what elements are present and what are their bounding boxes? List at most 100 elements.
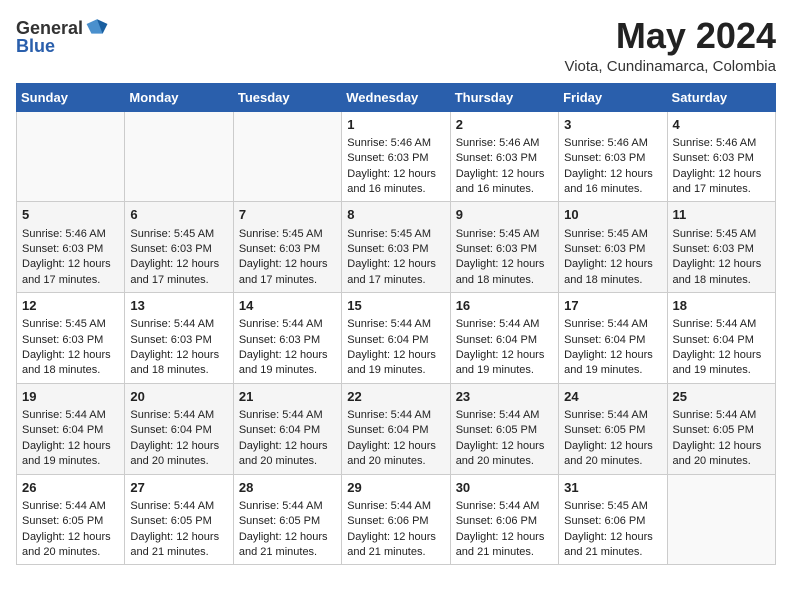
day-info-line: and 20 minutes. [239, 454, 336, 469]
day-info-line: Sunset: 6:03 PM [239, 333, 336, 348]
day-info-line: Daylight: 12 hours [239, 257, 336, 272]
day-info-line: Sunrise: 5:45 AM [456, 227, 553, 242]
day-number: 25 [673, 388, 770, 406]
calendar-day-cell: 14Sunrise: 5:44 AMSunset: 6:03 PMDayligh… [233, 293, 341, 384]
day-info-line: Sunset: 6:04 PM [673, 333, 770, 348]
day-info-line: and 18 minutes. [456, 273, 553, 288]
day-info-line: and 20 minutes. [564, 454, 661, 469]
day-info-line: Sunrise: 5:46 AM [347, 136, 444, 151]
day-number: 12 [22, 297, 119, 315]
calendar-day-cell: 17Sunrise: 5:44 AMSunset: 6:04 PMDayligh… [559, 293, 667, 384]
calendar-day-cell: 26Sunrise: 5:44 AMSunset: 6:05 PMDayligh… [17, 474, 125, 565]
day-info-line: Daylight: 12 hours [130, 348, 227, 363]
day-info-line: and 17 minutes. [22, 273, 119, 288]
day-number: 27 [130, 479, 227, 497]
day-info-line: and 19 minutes. [239, 363, 336, 378]
day-info-line: and 17 minutes. [130, 273, 227, 288]
calendar-day-cell: 19Sunrise: 5:44 AMSunset: 6:04 PMDayligh… [17, 383, 125, 474]
calendar-day-cell: 4Sunrise: 5:46 AMSunset: 6:03 PMDaylight… [667, 111, 775, 202]
day-number: 11 [673, 206, 770, 224]
day-number: 7 [239, 206, 336, 224]
day-info-line: Daylight: 12 hours [239, 439, 336, 454]
day-info-line: and 20 minutes. [130, 454, 227, 469]
day-of-week-header: Thursday [450, 83, 558, 111]
day-info-line: Sunset: 6:05 PM [456, 423, 553, 438]
day-info-line: Sunrise: 5:44 AM [239, 499, 336, 514]
day-info-line: Sunset: 6:06 PM [564, 514, 661, 529]
day-number: 1 [347, 116, 444, 134]
day-info-line: and 20 minutes. [22, 545, 119, 560]
day-info-line: Sunrise: 5:44 AM [22, 408, 119, 423]
day-info-line: Daylight: 12 hours [347, 439, 444, 454]
day-info-line: Sunset: 6:03 PM [564, 242, 661, 257]
calendar-day-cell: 3Sunrise: 5:46 AMSunset: 6:03 PMDaylight… [559, 111, 667, 202]
day-info-line: and 19 minutes. [564, 363, 661, 378]
calendar-day-cell: 5Sunrise: 5:46 AMSunset: 6:03 PMDaylight… [17, 202, 125, 293]
calendar-day-cell: 16Sunrise: 5:44 AMSunset: 6:04 PMDayligh… [450, 293, 558, 384]
day-info-line: Sunrise: 5:44 AM [239, 317, 336, 332]
day-info-line: and 17 minutes. [673, 182, 770, 197]
day-number: 30 [456, 479, 553, 497]
day-info-line: Sunrise: 5:44 AM [564, 317, 661, 332]
day-info-line: Sunrise: 5:44 AM [130, 499, 227, 514]
day-of-week-header: Friday [559, 83, 667, 111]
day-number: 5 [22, 206, 119, 224]
day-info-line: and 18 minutes. [130, 363, 227, 378]
calendar-day-cell: 29Sunrise: 5:44 AMSunset: 6:06 PMDayligh… [342, 474, 450, 565]
day-info-line: Daylight: 12 hours [673, 439, 770, 454]
day-info-line: Sunrise: 5:44 AM [347, 408, 444, 423]
calendar-week-row: 26Sunrise: 5:44 AMSunset: 6:05 PMDayligh… [17, 474, 776, 565]
day-info-line: Daylight: 12 hours [564, 348, 661, 363]
day-info-line: and 21 minutes. [564, 545, 661, 560]
day-info-line: Daylight: 12 hours [673, 348, 770, 363]
day-info-line: Sunrise: 5:44 AM [347, 499, 444, 514]
day-info-line: Sunset: 6:04 PM [347, 423, 444, 438]
day-info-line: Sunset: 6:03 PM [456, 151, 553, 166]
day-info-line: Sunset: 6:06 PM [347, 514, 444, 529]
day-info-line: and 21 minutes. [347, 545, 444, 560]
calendar-day-cell: 2Sunrise: 5:46 AMSunset: 6:03 PMDaylight… [450, 111, 558, 202]
day-number: 9 [456, 206, 553, 224]
day-number: 13 [130, 297, 227, 315]
day-info-line: Daylight: 12 hours [347, 167, 444, 182]
calendar-day-cell: 6Sunrise: 5:45 AMSunset: 6:03 PMDaylight… [125, 202, 233, 293]
calendar-day-cell: 15Sunrise: 5:44 AMSunset: 6:04 PMDayligh… [342, 293, 450, 384]
calendar-day-cell: 25Sunrise: 5:44 AMSunset: 6:05 PMDayligh… [667, 383, 775, 474]
day-info-line: Daylight: 12 hours [564, 257, 661, 272]
day-info-line: Sunset: 6:05 PM [239, 514, 336, 529]
day-info-line: Sunrise: 5:46 AM [22, 227, 119, 242]
day-info-line: Sunset: 6:04 PM [456, 333, 553, 348]
day-number: 14 [239, 297, 336, 315]
day-info-line: and 20 minutes. [347, 454, 444, 469]
day-info-line: Sunset: 6:04 PM [564, 333, 661, 348]
day-info-line: Daylight: 12 hours [456, 257, 553, 272]
day-info-line: Daylight: 12 hours [564, 439, 661, 454]
calendar-day-cell: 20Sunrise: 5:44 AMSunset: 6:04 PMDayligh… [125, 383, 233, 474]
day-info-line: Sunset: 6:03 PM [564, 151, 661, 166]
logo: General Blue [16, 16, 109, 57]
day-info-line: and 18 minutes. [564, 273, 661, 288]
day-info-line: Sunset: 6:06 PM [456, 514, 553, 529]
day-info-line: Sunset: 6:03 PM [673, 242, 770, 257]
day-number: 19 [22, 388, 119, 406]
day-of-week-header: Sunday [17, 83, 125, 111]
day-info-line: and 18 minutes. [673, 273, 770, 288]
day-info-line: Sunrise: 5:45 AM [673, 227, 770, 242]
calendar-day-cell: 1Sunrise: 5:46 AMSunset: 6:03 PMDaylight… [342, 111, 450, 202]
day-info-line: Daylight: 12 hours [130, 439, 227, 454]
day-info-line: Sunset: 6:03 PM [22, 333, 119, 348]
day-info-line: Sunrise: 5:44 AM [673, 408, 770, 423]
day-info-line: Sunset: 6:03 PM [456, 242, 553, 257]
calendar-day-cell: 12Sunrise: 5:45 AMSunset: 6:03 PMDayligh… [17, 293, 125, 384]
day-number: 28 [239, 479, 336, 497]
page-header: General Blue May 2024 Viota, Cundinamarc… [16, 16, 776, 75]
day-number: 21 [239, 388, 336, 406]
calendar-day-cell: 18Sunrise: 5:44 AMSunset: 6:04 PMDayligh… [667, 293, 775, 384]
day-info-line: and 19 minutes. [22, 454, 119, 469]
day-info-line: and 18 minutes. [22, 363, 119, 378]
month-year-title: May 2024 [564, 16, 776, 56]
day-number: 22 [347, 388, 444, 406]
day-info-line: and 21 minutes. [130, 545, 227, 560]
day-info-line: Sunrise: 5:44 AM [347, 317, 444, 332]
day-info-line: Sunset: 6:03 PM [22, 242, 119, 257]
